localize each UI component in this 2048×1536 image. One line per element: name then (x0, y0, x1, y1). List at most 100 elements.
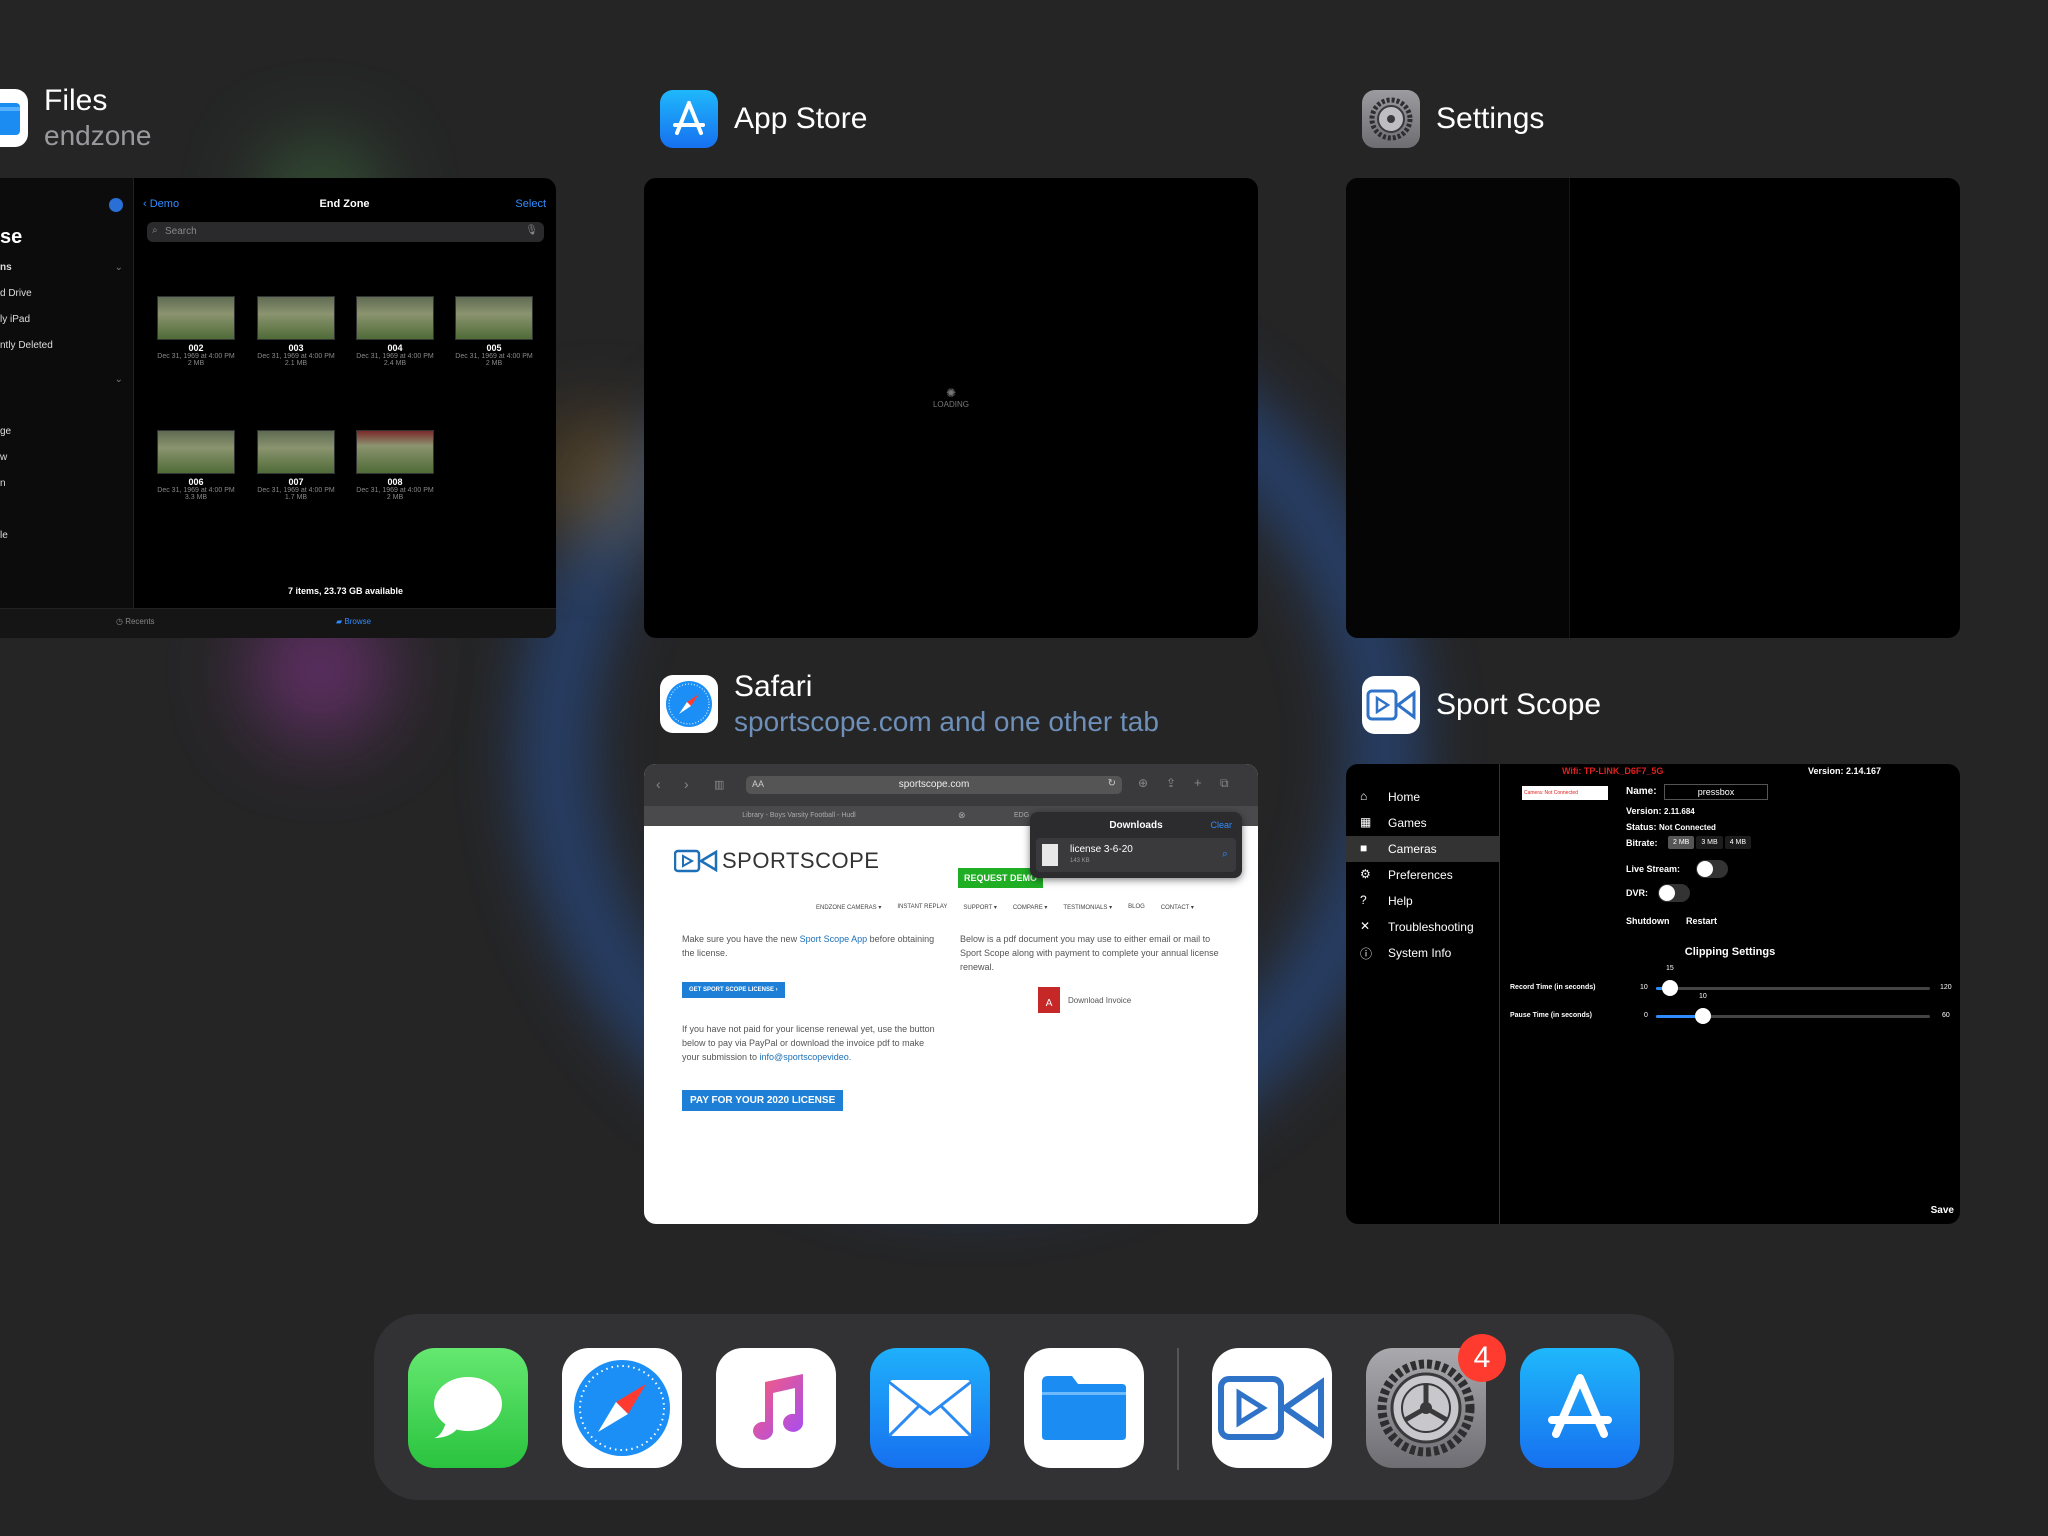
messages-dock-icon[interactable] (408, 1348, 528, 1468)
close-tab-icon[interactable]: ⊗ (958, 810, 966, 821)
dvr-toggle[interactable] (1658, 884, 1690, 902)
music-dock-icon[interactable] (716, 1348, 836, 1468)
magnifier-icon[interactable]: ⌕ (1222, 848, 1228, 861)
nav-endzone-cameras[interactable]: ENDZONE CAMERAS ▾ (816, 904, 881, 911)
appstore-app-header[interactable]: App Store (660, 90, 867, 148)
file-item[interactable]: 007 Dec 31, 1969 at 4:00 PM 1.7 MB (257, 430, 335, 501)
select-button[interactable]: Select (515, 198, 546, 210)
tab-hudl[interactable]: Library - Boys Varsity Football - Hudl (644, 806, 954, 826)
name-label: Name: (1626, 786, 1657, 797)
live-stream-toggle[interactable] (1696, 860, 1728, 878)
pay-license-button[interactable]: PAY FOR YOUR 2020 LICENSE (682, 1090, 844, 1111)
get-license-button[interactable]: GET SPORT SCOPE LICENSE › (682, 982, 785, 998)
status-row: Status: Not Connected (1626, 822, 1716, 832)
back-icon[interactable]: ‹ (656, 776, 661, 792)
sportscope-dock-icon[interactable] (1212, 1348, 1332, 1468)
files-dock-icon[interactable] (1024, 1348, 1144, 1468)
menu-preferences[interactable]: ⚙ Preferences (1346, 862, 1499, 888)
appstore-dock-icon[interactable] (1520, 1348, 1640, 1468)
loading-text: LOADING (932, 400, 969, 409)
tab-sportscope[interactable]: EDG (1014, 812, 1029, 819)
bitrate-option[interactable]: 2 MB (1668, 836, 1695, 849)
file-item[interactable]: 005 Dec 31, 1969 at 4:00 PM 2 MB (455, 296, 533, 367)
safari-dock-icon[interactable] (562, 1348, 682, 1468)
file-item[interactable]: 006 Dec 31, 1969 at 4:00 PM 3.3 MB (157, 430, 235, 501)
sidebar-item[interactable]: ntly Deleted (0, 340, 53, 351)
menu-help[interactable]: ? Help (1346, 888, 1499, 914)
sidebar-icon[interactable]: ▥ (714, 778, 724, 791)
download-item[interactable]: license 3-6-20 143 KB ⌕ (1036, 838, 1236, 872)
nav-instant-replay[interactable]: INSTANT REPLAY (897, 904, 947, 911)
menu-cameras[interactable]: ■ Cameras (1346, 836, 1499, 862)
camera-name-input[interactable]: pressbox (1664, 784, 1768, 800)
sidebar-item[interactable]: d Drive (0, 288, 32, 299)
tab-browse[interactable]: ▰ Browse (336, 617, 371, 626)
clear-button[interactable]: Clear (1210, 820, 1232, 830)
bitrate-option[interactable]: 4 MB (1724, 836, 1752, 849)
sidebar-item[interactable]: le (0, 530, 8, 541)
forward-icon[interactable]: › (684, 776, 689, 792)
shutdown-button[interactable]: Shutdown (1626, 916, 1670, 926)
tab-recents[interactable]: ◷ Recents (116, 617, 155, 626)
menu-label: Cameras (1388, 842, 1437, 856)
slider-thumb[interactable] (1662, 980, 1678, 996)
safari-app-card[interactable]: ‹ › ▥ AA sportscope.com ↻ ⊕ ⇪ + ⧉ Librar… (644, 764, 1258, 1224)
downloads-icon[interactable]: ⊕ (1138, 776, 1148, 790)
slider-thumb[interactable] (1695, 1008, 1711, 1024)
nav-support[interactable]: SUPPORT ▾ (963, 904, 996, 911)
video-thumbnail (157, 430, 235, 474)
address-bar[interactable]: AA sportscope.com ↻ (746, 776, 1122, 794)
email-link[interactable]: info@sportscopevideo. (760, 1052, 852, 1062)
search-field[interactable]: ⌕ Search 🎙 (147, 222, 544, 242)
sidebar-item[interactable]: ly iPad (0, 314, 30, 325)
file-item[interactable]: 002 Dec 31, 1969 at 4:00 PM 2 MB (157, 296, 235, 367)
nav-contact[interactable]: CONTACT ▾ (1161, 904, 1194, 911)
files-app-header[interactable]: Files endzone (0, 84, 151, 152)
new-tab-icon[interactable]: + (1194, 775, 1202, 790)
pause-max: 60 (1942, 1012, 1950, 1019)
file-item[interactable]: 004 Dec 31, 1969 at 4:00 PM 2.4 MB (356, 296, 434, 367)
chevron-down-icon[interactable]: ⌄ (115, 262, 123, 273)
tools-icon: ✕ (1360, 919, 1371, 933)
menu-troubleshooting[interactable]: ✕ Troubleshooting (1346, 914, 1499, 940)
home-icon: ⌂ (1360, 789, 1368, 803)
nav-compare[interactable]: COMPARE ▾ (1013, 904, 1048, 911)
menu-games[interactable]: ▦ Games (1346, 810, 1499, 836)
settings-app-card[interactable] (1346, 178, 1960, 638)
sportscope-logo[interactable]: SPORTSCOPE (674, 848, 879, 874)
appstore-app-card[interactable]: ✺ LOADING (644, 178, 1258, 638)
tabs-icon[interactable]: ⧉ (1220, 776, 1229, 791)
record-time-slider[interactable]: 15 (1656, 965, 1930, 996)
menu-label: Preferences (1388, 868, 1453, 882)
sidebar-item[interactable]: w (0, 452, 7, 463)
clipping-settings-title: Clipping Settings (1684, 946, 1776, 958)
file-item[interactable]: 003 Dec 31, 1969 at 4:00 PM 2.1 MB (257, 296, 335, 367)
appstore-app-name: App Store (734, 102, 868, 135)
settings-app-header[interactable]: Settings (1362, 90, 1544, 148)
menu-home[interactable]: ⌂ Home (1346, 784, 1499, 810)
nav-blog[interactable]: BLOG (1128, 904, 1145, 911)
microphone-icon[interactable]: 🎙 (525, 225, 538, 236)
restart-button[interactable]: Restart (1686, 916, 1717, 926)
chevron-down-icon[interactable]: ⌄ (115, 374, 123, 385)
safari-app-header[interactable]: Safari sportscope.com and one other tab (660, 670, 1159, 738)
sportscope-app-card[interactable]: ⌂ Home ▦ Games ■ Cameras ⚙ Preferences ? Help… (1346, 764, 1960, 1224)
bitrate-option[interactable]: 3 MB (1696, 836, 1723, 849)
sport-scope-app-link[interactable]: Sport Scope App (800, 934, 868, 944)
sportscope-app-header[interactable]: Sport Scope (1362, 676, 1601, 734)
url-text: sportscope.com (898, 779, 970, 790)
files-app-card[interactable]: se ns ⌄ d Drive ly iPad ntly Deleted ⌄ g… (0, 178, 556, 638)
download-invoice-link[interactable]: A Download Invoice (1036, 986, 1131, 1014)
sidebar-section: ns (0, 262, 12, 273)
file-item[interactable]: 008 Dec 31, 1969 at 4:00 PM 2 MB (356, 430, 434, 501)
camera-icon: ■ (1360, 841, 1368, 855)
mail-dock-icon[interactable] (870, 1348, 990, 1468)
pause-time-slider[interactable]: 10 (1656, 993, 1930, 1024)
sidebar-item[interactable]: ge (0, 426, 11, 437)
save-button[interactable]: Save (1931, 1205, 1954, 1216)
sidebar-item[interactable]: n (0, 478, 6, 489)
more-icon[interactable] (109, 198, 123, 212)
share-icon[interactable]: ⇪ (1166, 776, 1176, 790)
reload-icon[interactable]: ↻ (1108, 778, 1116, 789)
nav-testimonials[interactable]: TESTIMONIALS ▾ (1063, 904, 1112, 911)
